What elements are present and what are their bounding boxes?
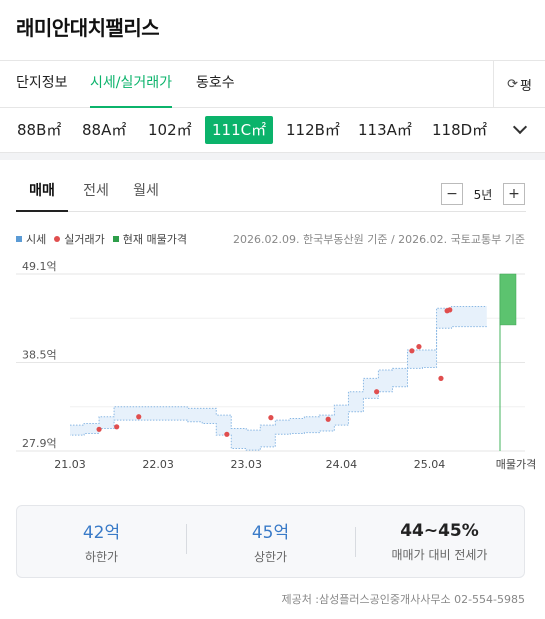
summary-value: 45억 [251,523,290,543]
area-type-option[interactable]: 102㎡ [141,116,199,144]
transaction-point [114,424,120,430]
listing-price-bar [499,273,517,326]
legend-swatch [54,236,61,242]
chart-legend: 시세 실거래가 현재 매물가격 [16,231,195,247]
area-unit-toggle[interactable]: ⟳ 평 [493,61,545,108]
period-increase-button[interactable]: + [503,183,525,205]
provider-note: 제공처 :삼성플러스공인중개사사무소 02-554-5985 [281,593,525,606]
tab-unit[interactable]: 동호수 [196,61,235,108]
main-tabs: 단지정보 시세/실거래가 동호수 ⟳ 평 [0,60,545,108]
legend-item-transaction: 실거래가 [54,231,105,247]
refresh-icon: ⟳ [507,77,518,92]
transaction-point [224,431,230,437]
transaction-point [96,426,102,432]
legend-swatch [112,236,119,242]
area-type-option[interactable]: 88B㎡ [10,116,68,144]
area-type-option[interactable]: 118D㎡ [425,116,494,144]
chevron-down-icon[interactable] [512,119,528,135]
price-chart[interactable]: 49.1억 38.5억 27.9억 21.03 22.03 23.03 24.04 25.04… [0,258,545,478]
summary-value: 44~45% [400,520,479,541]
summary-label: 상한가 [253,550,288,564]
summary-jeonse-ratio: 44~45% 매매가 대비 전세가 [355,521,524,563]
transaction-point [409,348,415,354]
summary-value: 42억 [82,523,121,543]
area-type-option[interactable]: 112B㎡ [279,116,347,144]
market-price-band [70,306,487,451]
x-tick-label: 24.04 [326,458,358,471]
period-decrease-button[interactable]: − [441,183,463,205]
transaction-point [136,414,142,420]
period-value: 5년 [473,187,493,202]
transaction-point [325,416,331,422]
data-source-note: 2026.02.09. 한국부동산원 기준 / 2026.02. 국토교통부 기… [233,233,525,246]
page-title: 래미안대치팰리스 [16,16,160,40]
price-summary: 42억 하한가 45억 상한가 44~45% 매매가 대비 전세가 [16,505,525,578]
tab-sale[interactable]: 매매 [16,172,68,212]
y-tick-label: 38.5억 [22,349,57,362]
x-tick-label: 25.04 [414,458,446,471]
legend-label: 실거래가 [64,233,105,246]
legend-label: 시세 [26,233,47,246]
legend-item-market-price: 시세 [16,231,46,247]
section-divider [0,152,545,160]
area-type-option[interactable]: 113A㎡ [351,116,419,144]
area-type-option-selected[interactable]: 111C㎡ [205,116,274,144]
legend-label: 현재 매물가격 [122,233,187,246]
transaction-point [447,307,453,313]
transaction-point [416,344,422,350]
tab-jeonse[interactable]: 전세 [74,172,118,212]
y-tick-label: 27.9억 [22,437,57,450]
summary-lower-price: 42억 하한가 [17,518,186,565]
x-tick-label: 23.03 [230,458,262,471]
y-tick-label: 49.1억 [22,260,57,273]
transaction-point [438,375,444,381]
period-stepper: − 5년 + [441,182,525,206]
tab-complex-info[interactable]: 단지정보 [16,61,68,108]
summary-label: 매매가 대비 전세가 [391,547,488,562]
area-type-option[interactable]: 88A㎡ [75,116,133,144]
transaction-point [374,389,380,395]
tab-monthly-rent[interactable]: 월세 [124,172,168,212]
legend-swatch [16,236,22,242]
x-tick-label: 22.03 [142,458,174,471]
x-tick-label: 매물가격 [496,458,536,471]
summary-label: 하한가 [84,550,119,564]
transaction-point [268,415,274,421]
x-tick-label: 21.03 [54,458,86,471]
summary-upper-price: 45억 상한가 [186,518,355,565]
tab-price[interactable]: 시세/실거래가 [90,61,172,108]
area-type-selector: 88B㎡ 88A㎡ 102㎡ 111C㎡ 112B㎡ 113A㎡ 118D㎡ [0,108,545,152]
area-unit-label: 평 [519,79,532,94]
legend-item-listing: 현재 매물가격 [112,231,187,247]
